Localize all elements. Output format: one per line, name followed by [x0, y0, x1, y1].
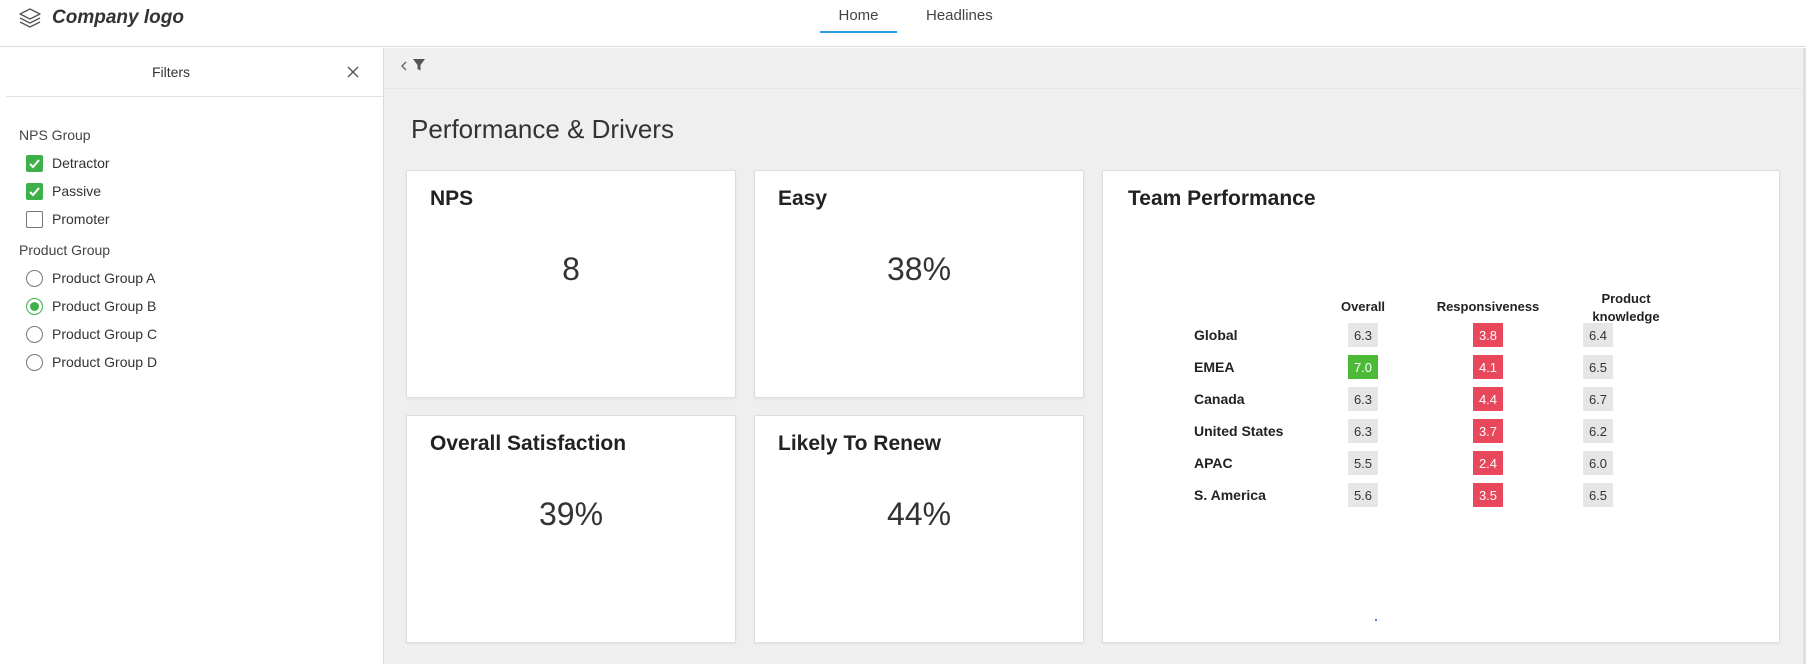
region-label: Global	[1194, 327, 1238, 343]
score-cell: 6.3	[1348, 387, 1378, 411]
score-cell: 4.1	[1473, 355, 1503, 379]
region-label: APAC	[1194, 455, 1233, 471]
checkbox-checked[interactable]	[26, 182, 43, 200]
tab-headlines[interactable]: Headlines	[926, 0, 993, 33]
filter-bar	[384, 48, 1806, 89]
radio-product-group-b[interactable]: Product Group B	[26, 296, 156, 316]
checkbox-detractor[interactable]: Detractor	[26, 153, 110, 173]
score-cell: 7.0	[1348, 355, 1378, 379]
page-title: Performance & Drivers	[411, 114, 674, 144]
score-cell: 5.5	[1348, 451, 1378, 475]
card-value: 8	[562, 251, 580, 287]
toggle-filters-button[interactable]	[400, 58, 426, 77]
score-cell: 6.3	[1348, 323, 1378, 347]
region-label: United States	[1194, 423, 1284, 439]
radio-label: Product Group B	[52, 298, 157, 314]
filters-title: Filters	[151, 64, 191, 80]
region-label: Canada	[1194, 391, 1245, 407]
radio-label: Product Group C	[52, 326, 158, 342]
column-header-product-knowledge: Product knowledge	[1592, 291, 1660, 324]
card-title: NPS	[430, 187, 474, 210]
radio-unselected[interactable]	[26, 325, 43, 343]
score-cell: 4.4	[1473, 387, 1503, 411]
checkbox-label: Detractor	[52, 155, 110, 171]
checkbox-unchecked[interactable]	[26, 210, 43, 228]
kpi-card-nps: NPS 8	[406, 170, 736, 398]
score-cell: 6.2	[1583, 419, 1613, 443]
main-content: Performance & Drivers NPS 8 Easy 38% Ove…	[384, 48, 1806, 664]
radio-label: Product Group A	[52, 270, 156, 286]
score-cell: 6.3	[1348, 419, 1378, 443]
radio-unselected[interactable]	[26, 353, 43, 371]
card-value: 39%	[538, 496, 604, 532]
checkbox-checked[interactable]	[26, 154, 43, 172]
score-cell: 6.5	[1583, 483, 1613, 507]
score-cell: 5.6	[1348, 483, 1378, 507]
column-header-responsiveness: Responsiveness	[1436, 299, 1540, 314]
close-icon[interactable]	[346, 65, 360, 79]
radio-product-group-a[interactable]: Product Group A	[26, 268, 156, 288]
check-icon	[29, 158, 40, 168]
company-logo[interactable]: Company logo	[18, 6, 184, 30]
card-title: Easy	[778, 187, 828, 210]
kpi-card-easy: Easy 38%	[754, 170, 1084, 398]
score-cell: 3.7	[1473, 419, 1503, 443]
score-cell: 6.7	[1583, 387, 1613, 411]
score-cell: 6.4	[1583, 323, 1613, 347]
score-cell: 2.4	[1473, 451, 1503, 475]
score-cell: 3.5	[1473, 483, 1503, 507]
radio-product-group-c[interactable]: Product Group C	[26, 324, 157, 344]
filter-icon	[412, 58, 426, 77]
team-performance-card: Team Performance Overall Responsiveness …	[1102, 170, 1780, 643]
card-value: 44%	[886, 496, 952, 532]
checkbox-passive[interactable]: Passive	[26, 181, 101, 201]
filters-header: Filters	[6, 48, 383, 97]
kpi-card-overall-satisfaction: Overall Satisfaction 39%	[406, 415, 736, 643]
logo-text: Company logo	[52, 7, 184, 28]
radio-label: Product Group D	[52, 354, 158, 370]
card-title: Team Performance	[1128, 187, 1316, 210]
main-nav: Home Headlines	[820, 0, 993, 47]
radio-product-group-d[interactable]: Product Group D	[26, 352, 157, 372]
checkbox-promoter[interactable]: Promoter	[26, 209, 110, 229]
kpi-card-likely-to-renew: Likely To Renew 44%	[754, 415, 1084, 643]
product-group-label: Product Group	[19, 242, 111, 258]
region-label: EMEA	[1194, 359, 1235, 375]
layers-icon	[18, 6, 42, 30]
chevron-left-icon	[400, 59, 408, 77]
tab-home[interactable]: Home	[820, 0, 897, 33]
nps-group-label: NPS Group	[19, 127, 91, 143]
radio-selected[interactable]	[26, 297, 43, 315]
score-cell: 6.0	[1583, 451, 1613, 475]
score-cell: 3.8	[1473, 323, 1503, 347]
score-cell: 6.5	[1583, 355, 1613, 379]
check-icon	[29, 186, 40, 196]
checkbox-label: Promoter	[52, 211, 110, 227]
radio-unselected[interactable]	[26, 269, 43, 287]
checkbox-label: Passive	[52, 183, 102, 199]
card-title: Likely To Renew	[778, 432, 941, 455]
filters-panel: Filters NPS Group Detractor Passive Prom…	[6, 48, 384, 664]
card-title: Overall Satisfaction	[430, 432, 627, 455]
card-value: 38%	[886, 251, 952, 287]
region-label: S. America	[1194, 487, 1266, 503]
column-header-overall: Overall	[1340, 299, 1386, 314]
top-bar: Company logo Home Headlines	[0, 0, 1806, 47]
pagination-dot	[1375, 619, 1377, 621]
